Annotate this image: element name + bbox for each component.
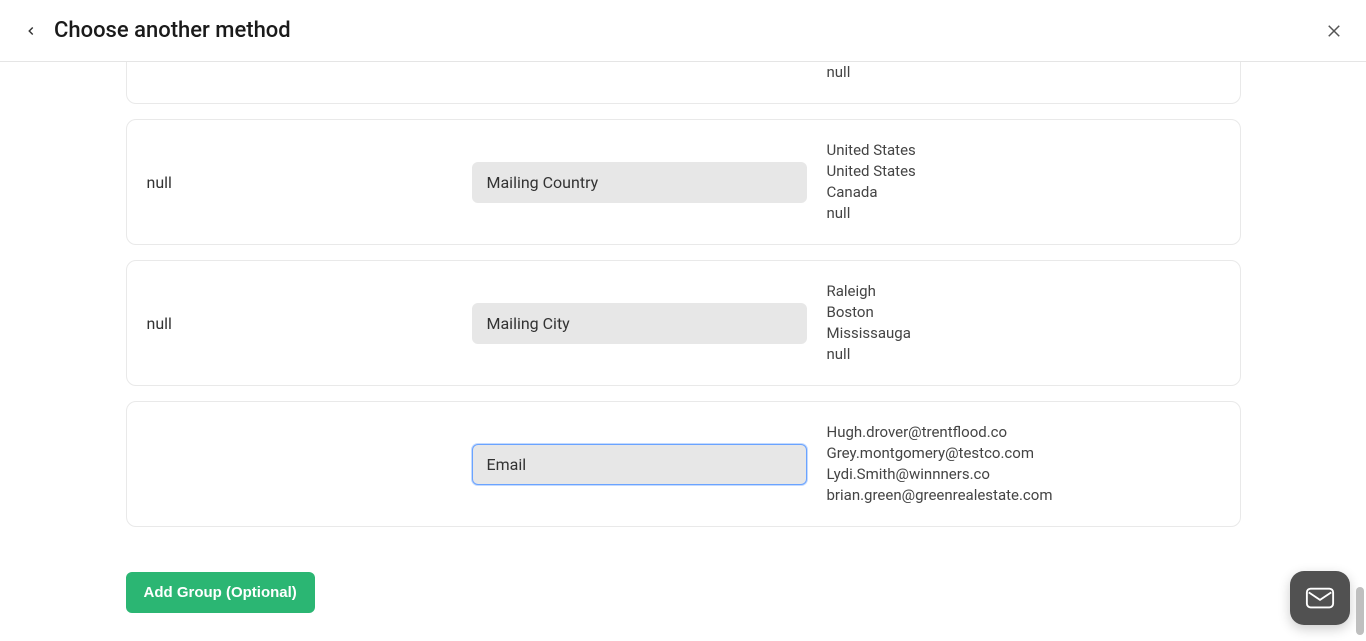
row-samples: Hugh.drover@trentflood.co Grey.montgomer… <box>827 422 1220 506</box>
mapping-row-partial: null <box>126 62 1241 104</box>
chevron-left-icon <box>24 24 38 38</box>
mapping-row-country: null Mailing Country United States Unite… <box>126 119 1241 245</box>
sample-value: Grey.montgomery@testco.com <box>827 443 1220 464</box>
sample-value: United States <box>827 140 1220 161</box>
field-select-city[interactable]: Mailing City <box>472 303 807 344</box>
chat-widget-button[interactable] <box>1290 571 1350 625</box>
sample-value: Boston <box>827 302 1220 323</box>
mail-icon <box>1305 586 1335 610</box>
row-samples: United States United States Canada null <box>827 140 1220 224</box>
field-select-email[interactable]: Email <box>472 444 807 485</box>
content-scroll[interactable]: null null Mailing Country United States … <box>0 62 1366 641</box>
content: null null Mailing Country United States … <box>126 62 1241 641</box>
sample-value: null <box>827 203 1220 224</box>
sample-value: null <box>827 62 1220 83</box>
mapping-row-email: Email Hugh.drover@trentflood.co Grey.mon… <box>126 401 1241 527</box>
row-left-label: null <box>147 173 472 192</box>
sample-value: null <box>827 344 1220 365</box>
close-icon <box>1325 22 1343 40</box>
header-left: Choose another method <box>20 18 291 43</box>
page-title: Choose another method <box>54 18 291 43</box>
field-select-country[interactable]: Mailing Country <box>472 162 807 203</box>
add-group-button[interactable]: Add Group (Optional) <box>126 572 315 613</box>
mapping-row-city: null Mailing City Raleigh Boston Mississ… <box>126 260 1241 386</box>
sample-value: United States <box>827 161 1220 182</box>
row-left-label: null <box>147 314 472 333</box>
row-samples: null <box>827 62 1220 83</box>
sample-value: brian.green@greenrealestate.com <box>827 485 1220 506</box>
sample-value: Canada <box>827 182 1220 203</box>
sample-value: Raleigh <box>827 281 1220 302</box>
row-field-cell: Email <box>472 444 827 485</box>
row-field-cell: Mailing City <box>472 303 827 344</box>
row-samples: Raleigh Boston Mississauga null <box>827 281 1220 365</box>
close-button[interactable] <box>1322 19 1346 43</box>
page-header: Choose another method <box>0 0 1366 62</box>
row-field-cell: Mailing Country <box>472 162 827 203</box>
sample-value: Lydi.Smith@winnners.co <box>827 464 1220 485</box>
sample-value: Hugh.drover@trentflood.co <box>827 422 1220 443</box>
sample-value: Mississauga <box>827 323 1220 344</box>
back-button[interactable] <box>20 20 42 42</box>
scrollbar-thumb[interactable] <box>1356 587 1364 635</box>
